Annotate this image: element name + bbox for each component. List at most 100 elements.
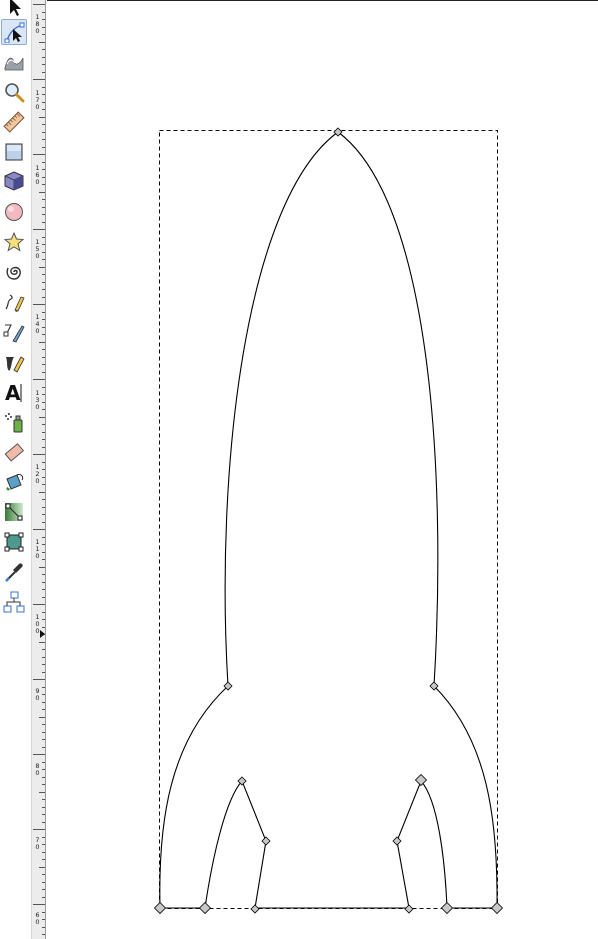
tool-star[interactable] xyxy=(1,229,27,255)
ruler-tick xyxy=(42,289,45,290)
tool-pencil[interactable] xyxy=(1,289,27,315)
ruler-tick xyxy=(42,334,45,335)
path-node-handle[interactable] xyxy=(153,901,167,915)
ruler-tick xyxy=(42,889,45,890)
tool-connector[interactable] xyxy=(1,589,27,615)
ruler-tick xyxy=(39,492,45,493)
ruler-tick xyxy=(42,514,45,515)
path-node-handle[interactable] xyxy=(414,773,428,787)
ruler-tick xyxy=(42,687,45,688)
path-node-handle[interactable] xyxy=(392,836,402,846)
ruler-tick xyxy=(42,327,45,328)
ruler-tick xyxy=(42,259,45,260)
ruler-tick xyxy=(42,552,45,553)
tool-spray[interactable] xyxy=(1,409,27,435)
ruler-tick xyxy=(42,364,45,365)
ruler-tick xyxy=(33,154,45,155)
tool-paint-bucket[interactable] xyxy=(1,469,27,495)
ruler-tick xyxy=(33,529,45,530)
selection-bounding-box xyxy=(159,130,498,909)
ruler-tick xyxy=(42,739,45,740)
tool-zoom[interactable] xyxy=(1,79,27,105)
ruler-tick xyxy=(42,214,45,215)
ruler-tick xyxy=(42,897,45,898)
ruler-tick xyxy=(42,207,45,208)
tool-ellipse[interactable] xyxy=(1,199,27,225)
ruler-tick xyxy=(42,64,45,65)
ruler-tick xyxy=(33,379,45,380)
ruler-tick xyxy=(42,619,45,620)
paint-bucket-icon xyxy=(3,471,25,493)
tweak-wave-icon xyxy=(3,50,25,72)
ruler-tick xyxy=(42,589,45,590)
ruler-label: 160 xyxy=(35,164,40,186)
ruler-tick xyxy=(42,49,45,50)
path-node-handle[interactable] xyxy=(198,901,212,915)
ruler-tick xyxy=(33,604,45,605)
ruler-tick xyxy=(42,837,45,838)
ruler-tick xyxy=(42,799,45,800)
ruler-tick xyxy=(33,829,45,830)
gradient-icon xyxy=(3,501,25,523)
dropper-icon xyxy=(3,561,25,583)
tool-tweak[interactable] xyxy=(1,48,27,74)
tool-eraser[interactable] xyxy=(1,439,27,465)
ruler-tick xyxy=(42,657,45,658)
tool-calligraphy[interactable] xyxy=(1,349,27,375)
ruler-tick xyxy=(33,454,45,455)
ruler-tick xyxy=(42,132,45,133)
ruler-tick xyxy=(42,469,45,470)
ruler-tick xyxy=(42,12,45,13)
tool-selector[interactable] xyxy=(1,0,27,20)
eraser-icon xyxy=(3,441,25,463)
ruler-tick xyxy=(42,274,45,275)
path-node-handle[interactable] xyxy=(490,901,504,915)
path-node-handle[interactable] xyxy=(250,904,260,914)
tool-dropper[interactable] xyxy=(1,559,27,585)
ruler-tick xyxy=(42,102,45,103)
ruler-tick xyxy=(42,169,45,170)
tool-measure[interactable] xyxy=(1,109,27,135)
cube-icon xyxy=(3,170,25,192)
ruler-tick xyxy=(42,709,45,710)
ruler-tick xyxy=(42,432,45,433)
tool-rectangle[interactable] xyxy=(1,139,27,165)
ruler-tick xyxy=(42,852,45,853)
tool-text[interactable]: A xyxy=(1,379,27,405)
ruler-tick xyxy=(42,147,45,148)
ruler-tick xyxy=(42,664,45,665)
ruler-tick xyxy=(42,627,45,628)
ruler-tick xyxy=(42,522,45,523)
pencil-icon xyxy=(3,291,25,313)
path-node-handle[interactable] xyxy=(404,904,414,914)
ruler-tick xyxy=(42,447,45,448)
pen-icon xyxy=(3,321,25,343)
ruler-tick xyxy=(42,814,45,815)
tool-pen[interactable] xyxy=(1,319,27,345)
path-node-handle[interactable] xyxy=(440,901,454,915)
ruler-tick xyxy=(39,117,45,118)
vertical-ruler[interactable]: 180 170 160 150 140 130 120 110 100 90 80 70 60 xyxy=(31,0,46,939)
ruler-tick xyxy=(42,162,45,163)
drawing-canvas[interactable] xyxy=(47,0,598,939)
ruler-tick xyxy=(42,349,45,350)
ruler-label: 170 xyxy=(35,89,40,111)
tool-gradient[interactable] xyxy=(1,499,27,525)
ruler-tick xyxy=(42,139,45,140)
text-icon: A xyxy=(3,381,25,403)
ruler-tick xyxy=(42,784,45,785)
path-node-handle[interactable] xyxy=(261,836,271,846)
ruler-tick xyxy=(42,934,45,935)
ruler-tick xyxy=(42,394,45,395)
ruler-tick xyxy=(42,252,45,253)
tool-3d-box[interactable] xyxy=(1,168,27,194)
ruler-tick xyxy=(39,642,45,643)
ruler-tick xyxy=(42,19,45,20)
ruler-tick xyxy=(42,597,45,598)
tool-node-editor[interactable] xyxy=(1,19,27,45)
rocket-path[interactable] xyxy=(159,131,498,909)
tool-spiral[interactable] xyxy=(1,259,27,285)
tool-mesh[interactable] xyxy=(1,529,27,555)
ruler-tick xyxy=(39,867,45,868)
ruler-tick xyxy=(42,882,45,883)
